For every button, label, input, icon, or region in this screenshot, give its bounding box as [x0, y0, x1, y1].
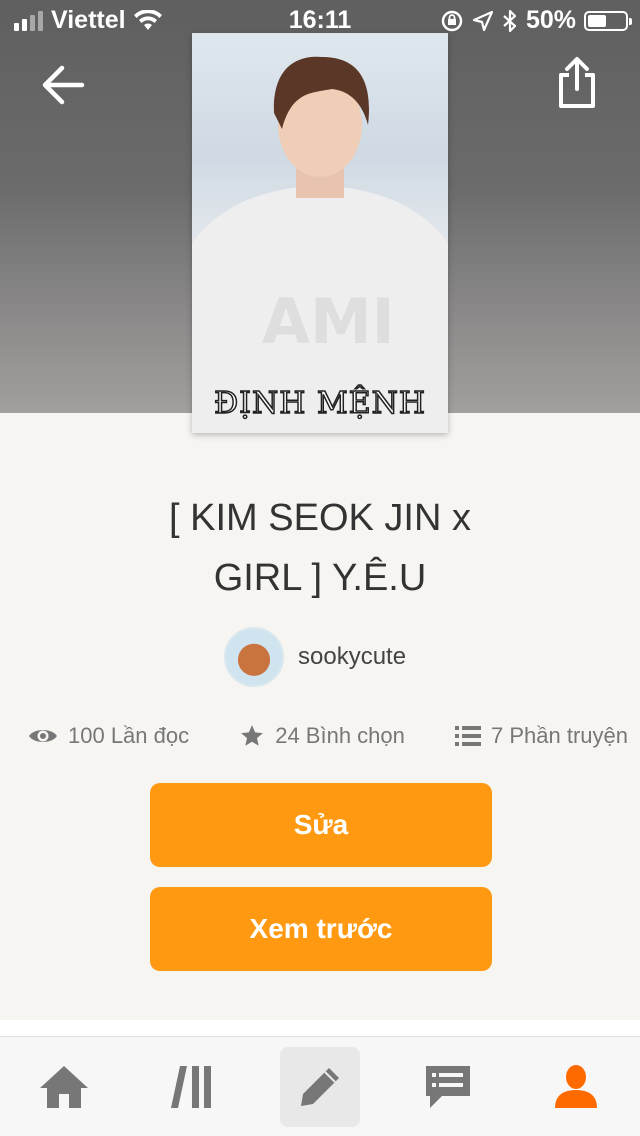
- nav-library[interactable]: [152, 1047, 232, 1127]
- bottom-nav: [0, 1036, 640, 1136]
- nav-write[interactable]: [280, 1047, 360, 1127]
- svg-text:AMI: AMI: [262, 285, 395, 358]
- author-row[interactable]: sookycute: [224, 627, 406, 687]
- location-icon: [472, 10, 494, 31]
- parts-count[interactable]: 7 Phần truyện: [491, 723, 628, 749]
- parts-stat[interactable]: 7 Phần truyện: [455, 723, 628, 749]
- votes-stat: 24 Bình chọn: [239, 723, 405, 749]
- home-icon: [40, 1066, 88, 1108]
- cover-title: ĐỊNH MỆNH: [213, 385, 427, 422]
- reads-stat: 100 Lần đọc: [28, 723, 189, 749]
- rotation-lock-icon: [441, 10, 463, 31]
- reads-count: 100 Lần đọc: [68, 723, 190, 748]
- eye-icon: [29, 730, 57, 742]
- cover-image: AMI: [192, 56, 448, 433]
- story-title: [ KIM SEOK JIN x GIRL ] Y.Ê.U: [40, 488, 600, 608]
- write-icon: [301, 1068, 339, 1106]
- share-button[interactable]: [552, 55, 602, 110]
- votes-count: 24 Bình chọn: [275, 723, 405, 748]
- star-icon: [241, 725, 264, 746]
- battery-icon: [584, 10, 632, 31]
- story-title-line-1: [ KIM SEOK JIN x: [169, 497, 471, 539]
- nav-profile[interactable]: [536, 1047, 616, 1127]
- story-cover[interactable]: AMI ĐỊNH MỆNH: [192, 33, 448, 433]
- status-right: 50%: [440, 6, 632, 35]
- divider: [0, 1020, 640, 1036]
- profile-icon: [555, 1065, 597, 1108]
- author-name[interactable]: sookycute: [298, 643, 406, 671]
- arrow-left-icon: [42, 65, 85, 105]
- preview-button[interactable]: Xem trước: [150, 887, 492, 971]
- library-icon: [171, 1066, 211, 1108]
- list-icon: [455, 726, 481, 746]
- edit-button[interactable]: Sửa: [150, 783, 492, 867]
- avatar[interactable]: [224, 627, 284, 687]
- story-stats: 100 Lần đọc 24 Bình chọn 7 Phần truyện: [28, 718, 628, 754]
- messages-icon: [426, 1066, 470, 1108]
- bluetooth-icon: [503, 9, 517, 32]
- battery-percent: 50%: [525, 6, 576, 34]
- share-icon: [559, 57, 595, 108]
- nav-home[interactable]: [24, 1047, 104, 1127]
- nav-messages[interactable]: [408, 1047, 488, 1127]
- story-title-line-2: GIRL ] Y.Ê.U: [213, 557, 427, 599]
- back-button[interactable]: [38, 60, 88, 110]
